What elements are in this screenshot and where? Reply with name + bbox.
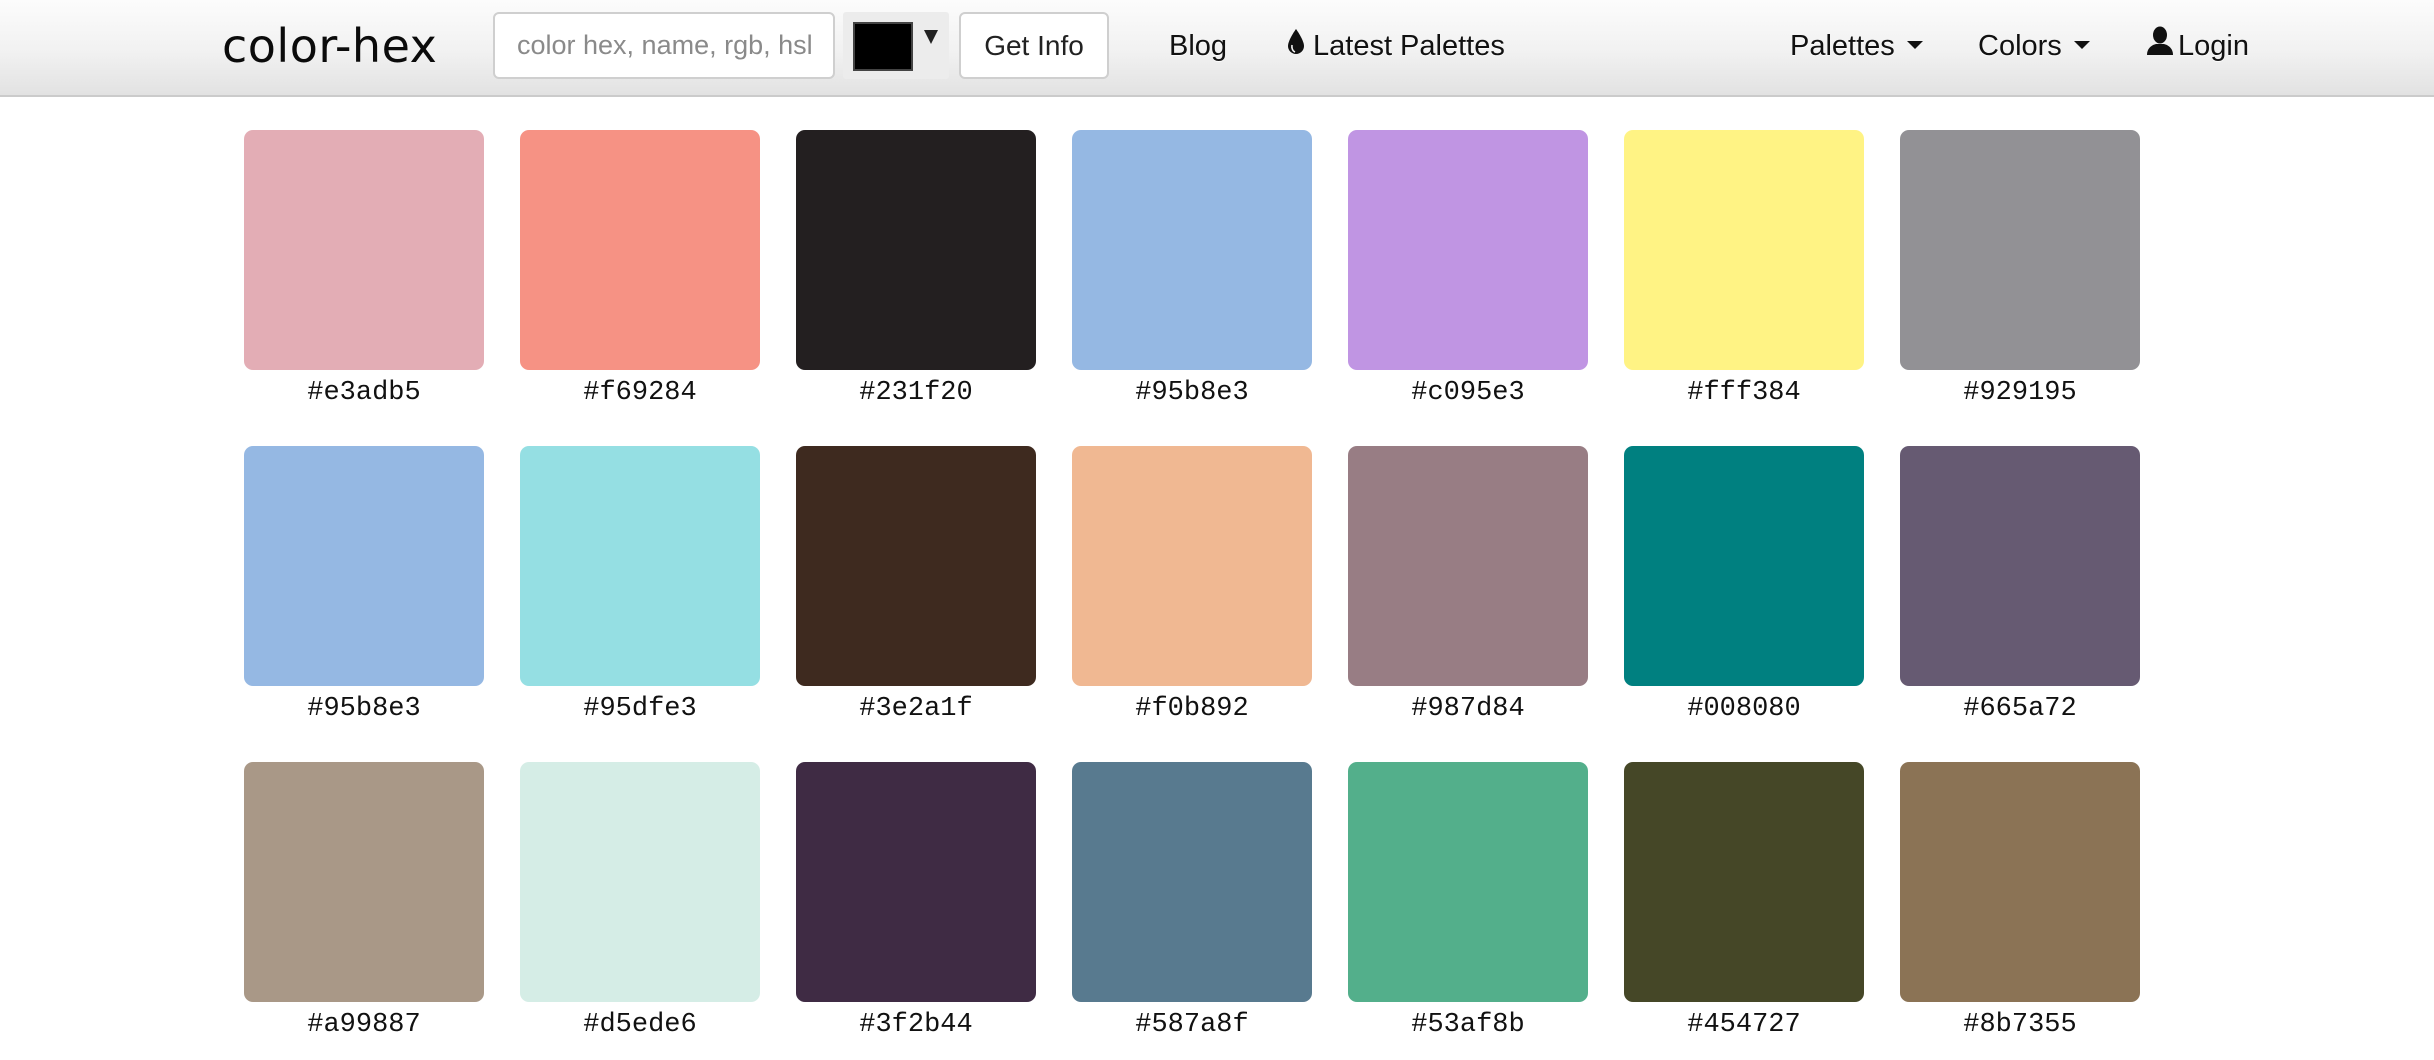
color-hex-label[interactable]: #d5ede6 bbox=[520, 1008, 760, 1042]
color-hex-label[interactable]: #8b7355 bbox=[1900, 1008, 2140, 1042]
color-hex-label[interactable]: #95b8e3 bbox=[244, 692, 484, 726]
color-hex-label[interactable]: #f0b892 bbox=[1072, 692, 1312, 726]
color-swatch[interactable] bbox=[1348, 130, 1588, 370]
color-swatch[interactable] bbox=[1624, 130, 1864, 370]
color-swatch-card[interactable]: #d5ede6 bbox=[520, 762, 760, 1042]
color-swatch-card[interactable]: #929195 bbox=[1900, 130, 2140, 410]
color-swatch[interactable] bbox=[1900, 762, 2140, 1002]
color-swatch[interactable] bbox=[1348, 762, 1588, 1002]
color-swatch[interactable] bbox=[796, 130, 1036, 370]
color-hex-label[interactable]: #f69284 bbox=[520, 376, 760, 410]
color-swatch-card[interactable]: #987d84 bbox=[1348, 446, 1588, 726]
color-swatch[interactable] bbox=[1624, 762, 1864, 1002]
color-swatch-card[interactable]: #f0b892 bbox=[1072, 446, 1312, 726]
color-swatch[interactable] bbox=[1072, 446, 1312, 686]
color-swatch-card[interactable]: #3e2a1f bbox=[796, 446, 1036, 726]
color-swatch[interactable] bbox=[244, 446, 484, 686]
color-swatch[interactable] bbox=[520, 130, 760, 370]
color-hex-label[interactable]: #008080 bbox=[1624, 692, 1864, 726]
color-hex-label[interactable]: #3f2b44 bbox=[796, 1008, 1036, 1042]
color-hex-label[interactable]: #c095e3 bbox=[1348, 376, 1588, 410]
color-hex-label[interactable]: #fff384 bbox=[1624, 376, 1864, 410]
color-hex-label[interactable]: #665a72 bbox=[1900, 692, 2140, 726]
color-hex-label[interactable]: #a99887 bbox=[244, 1008, 484, 1042]
color-swatch[interactable] bbox=[796, 446, 1036, 686]
color-swatch-card[interactable]: #e3adb5 bbox=[244, 130, 484, 410]
color-hex-label[interactable]: #95b8e3 bbox=[1072, 376, 1312, 410]
swatch-grid: #e3adb5 #f69284 #231f20 #95b8e3 #c095e3 #fff3… bbox=[0, 0, 2434, 1060]
color-swatch[interactable] bbox=[796, 762, 1036, 1002]
color-swatch-card[interactable]: #587a8f bbox=[1072, 762, 1312, 1042]
color-swatch[interactable] bbox=[1900, 446, 2140, 686]
color-hex-label[interactable]: #53af8b bbox=[1348, 1008, 1588, 1042]
color-swatch-card[interactable]: #8b7355 bbox=[1900, 762, 2140, 1042]
color-swatch[interactable] bbox=[1900, 130, 2140, 370]
color-swatch-card[interactable]: #3f2b44 bbox=[796, 762, 1036, 1042]
color-swatch-card[interactable]: #454727 bbox=[1624, 762, 1864, 1042]
color-hex-label[interactable]: #3e2a1f bbox=[796, 692, 1036, 726]
color-swatch-card[interactable]: #53af8b bbox=[1348, 762, 1588, 1042]
color-swatch[interactable] bbox=[520, 446, 760, 686]
color-swatch[interactable] bbox=[1348, 446, 1588, 686]
color-hex-label[interactable]: #95dfe3 bbox=[520, 692, 760, 726]
color-swatch-card[interactable]: #95b8e3 bbox=[244, 446, 484, 726]
color-swatch[interactable] bbox=[244, 130, 484, 370]
color-swatch-card[interactable]: #231f20 bbox=[796, 130, 1036, 410]
color-swatch-card[interactable]: #008080 bbox=[1624, 446, 1864, 726]
color-swatch[interactable] bbox=[1624, 446, 1864, 686]
color-hex-label[interactable]: #929195 bbox=[1900, 376, 2140, 410]
color-hex-label[interactable]: #587a8f bbox=[1072, 1008, 1312, 1042]
color-swatch-card[interactable]: #c095e3 bbox=[1348, 130, 1588, 410]
color-swatch-card[interactable]: #665a72 bbox=[1900, 446, 2140, 726]
color-hex-label[interactable]: #987d84 bbox=[1348, 692, 1588, 726]
color-swatch[interactable] bbox=[520, 762, 760, 1002]
color-swatch-card[interactable]: #95dfe3 bbox=[520, 446, 760, 726]
color-hex-label[interactable]: #454727 bbox=[1624, 1008, 1864, 1042]
color-hex-label[interactable]: #231f20 bbox=[796, 376, 1036, 410]
color-swatch[interactable] bbox=[244, 762, 484, 1002]
color-swatch[interactable] bbox=[1072, 130, 1312, 370]
color-swatch-card[interactable]: #95b8e3 bbox=[1072, 130, 1312, 410]
color-hex-label[interactable]: #e3adb5 bbox=[244, 376, 484, 410]
color-swatch-card[interactable]: #f69284 bbox=[520, 130, 760, 410]
color-swatch[interactable] bbox=[1072, 762, 1312, 1002]
color-swatch-card[interactable]: #a99887 bbox=[244, 762, 484, 1042]
color-swatch-card[interactable]: #fff384 bbox=[1624, 130, 1864, 410]
